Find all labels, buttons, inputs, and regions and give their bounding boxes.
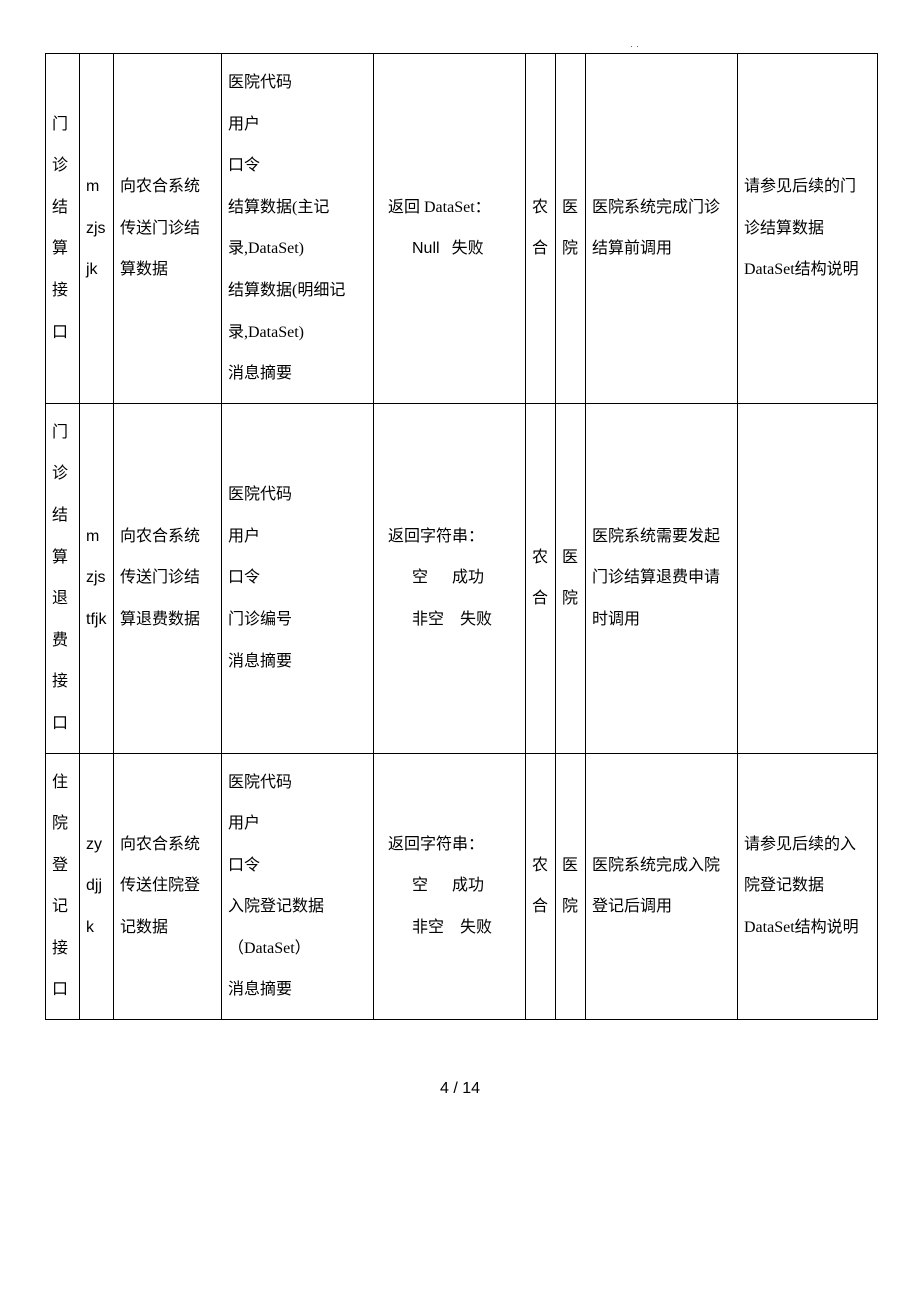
return-line: Null 失败 [388, 228, 519, 270]
param-item: 消息摘要 [228, 641, 367, 683]
return-line: 非空 失败 [388, 907, 519, 949]
cell-note-1 [738, 403, 878, 753]
cell-implementer-1: 医院 [556, 403, 586, 753]
cell-code-2: zydjjk [80, 753, 114, 1020]
param-item: 医院代码 [228, 474, 367, 516]
cell-note-0: 请参见后续的门诊结算数据 DataSet结构说明 [738, 54, 878, 404]
cell-desc-2: 向农合系统传送住院登记数据 [114, 753, 222, 1020]
cell-params-1: 医院代码 用户 口令 门诊编号 消息摘要 [222, 403, 374, 753]
cell-provider-2: 农合 [526, 753, 556, 1020]
param-item: 口令 [228, 845, 367, 887]
return-title: 返回字符串： [388, 516, 519, 558]
cell-name-1: 门诊结算退费接口 [46, 403, 80, 753]
param-item: 消息摘要 [228, 969, 367, 1011]
cell-desc-1: 向农合系统传送门诊结算退费数据 [114, 403, 222, 753]
cell-implementer-0: 医院 [556, 54, 586, 404]
param-item: 结算数据(明细记录,DataSet) [228, 270, 367, 353]
cell-params-2: 医院代码 用户 口令 入院登记数据（DataSet） 消息摘要 [222, 753, 374, 1020]
cell-return-2: 返回字符串： 空 成功 非空 失败 [374, 753, 526, 1020]
page-footer: 4 / 14 [45, 1080, 875, 1128]
cell-when-1: 医院系统需要发起门诊结算退费申请时调用 [586, 403, 738, 753]
cell-code-0: mzjsjk [80, 54, 114, 404]
param-item: 用户 [228, 516, 367, 558]
cell-name-2: 住院登记接口 [46, 753, 80, 1020]
param-item: 医院代码 [228, 62, 367, 104]
cell-provider-0: 农合 [526, 54, 556, 404]
cell-code-1: mzjstfjk [80, 403, 114, 753]
cell-implementer-2: 医院 [556, 753, 586, 1020]
cell-provider-1: 农合 [526, 403, 556, 753]
cell-return-0: 返回 DataSet： Null 失败 [374, 54, 526, 404]
return-line: 非空 失败 [388, 599, 519, 641]
table-row: 住院登记接口 zydjjk 向农合系统传送住院登记数据 医院代码 用户 口令 入… [46, 753, 878, 1020]
table-row: 门诊结算接口 mzjsjk 向农合系统传送门诊结算数据 医院代码 用户 口令 结… [46, 54, 878, 404]
param-item: 口令 [228, 557, 367, 599]
cell-params-0: 医院代码 用户 口令 结算数据(主记录,DataSet) 结算数据(明细记录,D… [222, 54, 374, 404]
return-line: 空 成功 [388, 557, 519, 599]
return-title: 返回字符串： [388, 824, 519, 866]
cell-when-0: 医院系统完成门诊结算前调用 [586, 54, 738, 404]
return-line: 空 成功 [388, 865, 519, 907]
cell-note-2: 请参见后续的入院登记数据 DataSet结构说明 [738, 753, 878, 1020]
cell-when-2: 医院系统完成入院登记后调用 [586, 753, 738, 1020]
cell-return-1: 返回字符串： 空 成功 非空 失败 [374, 403, 526, 753]
param-item: 口令 [228, 145, 367, 187]
param-item: 门诊编号 [228, 599, 367, 641]
param-item: 用户 [228, 104, 367, 146]
param-item: 医院代码 [228, 762, 367, 804]
param-item: 结算数据(主记录,DataSet) [228, 187, 367, 270]
cell-name-0: 门诊结算接口 [46, 54, 80, 404]
cell-desc-0: 向农合系统传送门诊结算数据 [114, 54, 222, 404]
param-item: 消息摘要 [228, 353, 367, 395]
return-title: 返回 DataSet： [388, 187, 519, 229]
interface-table: 门诊结算接口 mzjsjk 向农合系统传送门诊结算数据 医院代码 用户 口令 结… [45, 53, 878, 1020]
param-item: 入院登记数据（DataSet） [228, 886, 367, 969]
param-item: 用户 [228, 803, 367, 845]
table-row: 门诊结算退费接口 mzjstfjk 向农合系统传送门诊结算退费数据 医院代码 用… [46, 403, 878, 753]
page-top-marker: . . [45, 40, 875, 49]
